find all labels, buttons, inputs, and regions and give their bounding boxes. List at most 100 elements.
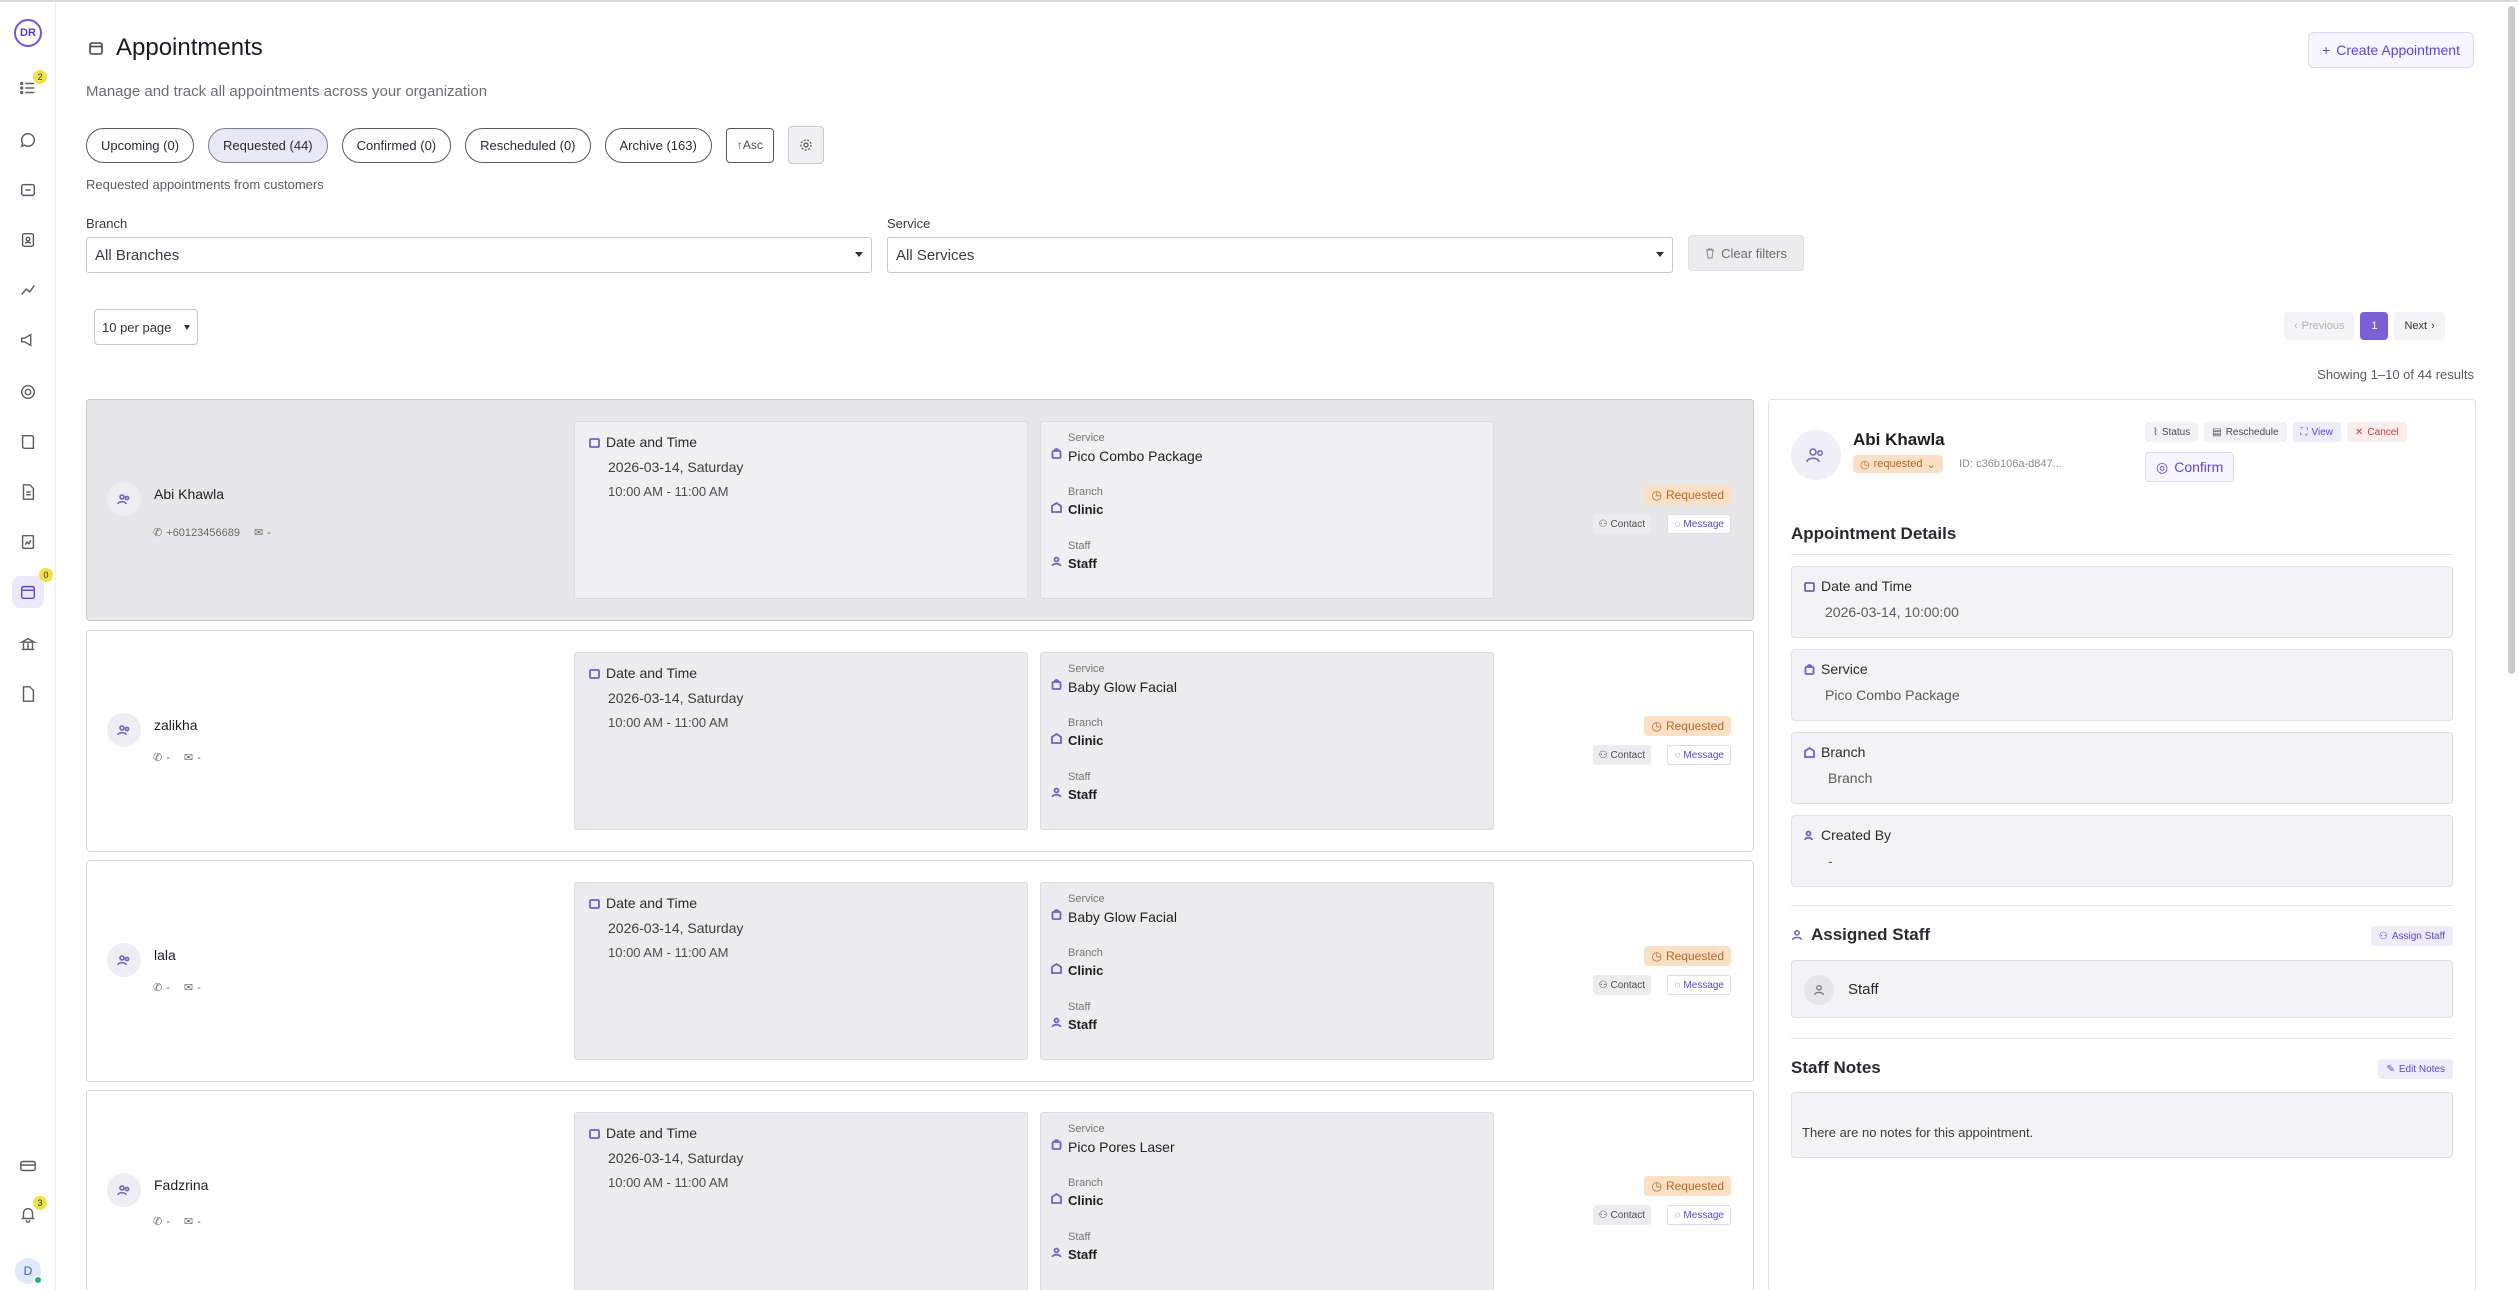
analytics-icon[interactable]: [18, 280, 38, 300]
date-time-label: Date and Time: [606, 895, 698, 911]
logo[interactable]: DR: [14, 19, 42, 47]
chat-icon[interactable]: [18, 130, 38, 150]
status-button-label: Status: [2161, 426, 2191, 438]
page-title: Appointments: [116, 34, 263, 61]
tab-upcoming[interactable]: Upcoming (0): [86, 127, 195, 163]
service-select[interactable]: All Services: [887, 237, 1673, 273]
report-icon[interactable]: [18, 532, 38, 552]
building-icon: [1051, 1193, 1062, 1204]
appointment-card[interactable]: zalikha ✆ - ✉ - Date and Time 2026-03-14, …: [86, 630, 1754, 852]
contact-label: Contact: [1610, 979, 1645, 991]
email-value: -: [197, 751, 201, 764]
person-icon: [1791, 929, 1803, 941]
detail-branch: Branch Branch: [1791, 732, 2453, 804]
status-button[interactable]: ⌇ Status: [2145, 422, 2199, 442]
appointment-card[interactable]: Abi Khawla ✆ +60123456689 ✉ - Date and Tim…: [86, 399, 1754, 621]
contact-button[interactable]: ⚇ Contact: [1592, 975, 1651, 995]
tab-rescheduled[interactable]: Rescheduled (0): [465, 127, 591, 163]
appointment-card[interactable]: lala ✆ - ✉ - Date and Time 2026-03-14, Sat…: [86, 860, 1754, 1082]
create-appointment-button[interactable]: + Create Appointment: [2308, 32, 2474, 68]
per-page-select[interactable]: 10 per page: [94, 309, 198, 345]
tab-requested[interactable]: Requested (44): [208, 127, 328, 163]
phone-icon: ✆: [153, 752, 163, 764]
branch-label: Branch: [1068, 1177, 1103, 1189]
status-tabs: Upcoming (0) Requested (44) Confirmed (0…: [86, 126, 824, 164]
contact-label: Contact: [1610, 749, 1645, 761]
clock-icon: ◷: [1651, 488, 1662, 502]
gear-icon: [800, 139, 812, 151]
confirm-button[interactable]: ◎ Confirm: [2145, 452, 2235, 482]
chevron-down-icon: [1656, 252, 1664, 257]
building-icon: [1051, 502, 1062, 513]
status-dropdown[interactable]: ◷ requested ⌄: [1853, 455, 1943, 473]
contact-button[interactable]: ⚇ Contact: [1592, 1205, 1651, 1225]
message-button[interactable]: ◌ Message: [1667, 514, 1731, 534]
email-value: -: [197, 1215, 201, 1228]
next-page-button[interactable]: Next ›: [2394, 312, 2445, 340]
email-info: ✉ -: [184, 981, 201, 995]
contact-button[interactable]: ⚇ Contact: [1592, 745, 1651, 765]
contacts-icon[interactable]: [18, 230, 38, 250]
service-box: Service Baby Glow Facial Branch Clinic Sta…: [1040, 652, 1494, 830]
reschedule-button[interactable]: ▤ Reschedule: [2204, 422, 2287, 442]
contact-button[interactable]: ⚇ Contact: [1592, 514, 1651, 534]
file-icon[interactable]: [18, 684, 38, 704]
appointment-card[interactable]: Fadzrina ✆ - ✉ - Date and Time 2026-03-14,…: [86, 1090, 1754, 1290]
edit-notes-button[interactable]: ✎ Edit Notes: [2378, 1059, 2453, 1079]
settings-icon[interactable]: [18, 382, 38, 402]
bell-icon[interactable]: 3: [18, 1196, 47, 1224]
previous-page-button[interactable]: ‹ Previous: [2284, 312, 2355, 340]
staff-label: Staff: [1068, 771, 1091, 783]
staff-value: Staff: [1068, 556, 1097, 571]
detail-actions: ⌇ Status ▤ Reschedule ⛶ View ✕ Cancel: [2145, 422, 2407, 442]
service-info: Service Baby Glow Facial: [1051, 663, 1177, 695]
sort-asc-button[interactable]: ↑Asc: [725, 127, 774, 163]
service-label: Service: [1068, 1123, 1105, 1135]
date-time-heading: Date and Time: [589, 434, 697, 450]
message-button[interactable]: ◌ Message: [1667, 745, 1731, 765]
service-box: Service Pico Pores Laser Branch Clinic Sta…: [1040, 1112, 1494, 1290]
tab-archive[interactable]: Archive (163): [604, 127, 712, 163]
date-time-label: Date and Time: [606, 1125, 698, 1141]
user-avatar[interactable]: D: [15, 1258, 42, 1284]
view-settings-button[interactable]: [787, 126, 824, 164]
staff-info: Staff Staff: [1051, 540, 1097, 571]
appointment-time: 10:00 AM - 11:00 AM: [608, 484, 729, 499]
assign-staff-button[interactable]: ⚇ Assign Staff: [2370, 926, 2453, 946]
message-button[interactable]: ◌ Message: [1667, 975, 1731, 995]
date-time-box: Date and Time 2026-03-14, Saturday 10:00…: [574, 882, 1028, 1060]
person-icon: ⚇: [1598, 1209, 1608, 1221]
document-icon[interactable]: [18, 482, 38, 502]
cancel-button[interactable]: ✕ Cancel: [2347, 422, 2407, 442]
phone-icon: ✆: [153, 1216, 163, 1228]
customer-contact: ✆ +60123456689 ✉ -: [153, 526, 271, 540]
customer-name: zalikha: [154, 717, 198, 733]
book-icon[interactable]: [18, 432, 38, 452]
building-icon: [1051, 733, 1062, 744]
tab-confirmed[interactable]: Confirmed (0): [341, 127, 452, 163]
detail-date-time: Date and Time 2026-03-14, 10:00:00: [1791, 566, 2453, 638]
clock-icon: ◷: [1651, 719, 1662, 733]
inbox-icon[interactable]: [18, 180, 38, 200]
view-button[interactable]: ⛶ View: [2292, 422, 2342, 442]
calendar-icon: [1804, 581, 1815, 592]
calendar-icon[interactable]: 0: [12, 568, 53, 608]
page-scrollbar[interactable]: [2508, 6, 2515, 674]
message-button[interactable]: ◌ Message: [1667, 1205, 1731, 1225]
branch-select[interactable]: All Branches: [86, 237, 872, 273]
clear-filters-button[interactable]: Clear filters: [1688, 235, 1804, 271]
reschedule-label: Reschedule: [2225, 426, 2279, 438]
divider: [1791, 1038, 2453, 1039]
page-1-button[interactable]: 1: [2360, 312, 2389, 340]
billing-icon[interactable]: [18, 1156, 38, 1176]
bag-icon: [1051, 679, 1062, 690]
bank-icon[interactable]: [18, 634, 38, 654]
plus-icon: +: [2322, 42, 2331, 58]
appointment-date: 2026-03-14, Saturday: [608, 1150, 744, 1166]
staff-value: Staff: [1068, 1017, 1097, 1032]
tasks-list-icon[interactable]: 2: [18, 70, 47, 98]
megaphone-icon[interactable]: [18, 330, 38, 350]
phone-info: ✆ -: [153, 1215, 170, 1229]
person-icon: [1051, 1017, 1062, 1028]
status-badge: ◷ Requested: [1644, 716, 1731, 736]
